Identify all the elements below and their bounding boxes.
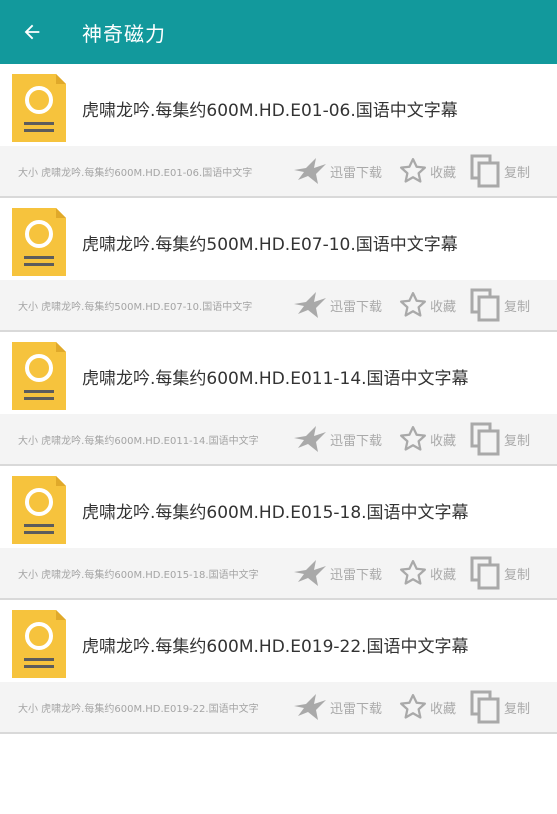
copy-label: 复制 — [504, 701, 531, 717]
file-icon — [12, 610, 66, 678]
thunder-download-button[interactable]: 迅雷下载 — [292, 154, 382, 188]
copy-icon — [470, 690, 500, 724]
thunder-download-button[interactable]: 迅雷下载 — [292, 556, 382, 590]
copy-button[interactable]: 复制 — [470, 154, 530, 188]
copy-icon — [470, 154, 500, 188]
favorite-label: 收藏 — [430, 433, 457, 449]
item-meta-bar: 大小 虎啸龙吟.每集约600M.HD.E01-06.国语中文字 迅雷下载 收藏 … — [0, 146, 557, 196]
back-button[interactable] — [0, 0, 64, 64]
thunder-bird-icon — [294, 292, 326, 318]
thunder-download-label: 迅雷下载 — [330, 433, 383, 449]
item-meta-bar: 大小 虎啸龙吟.每集约600M.HD.E015-18.国语中文字 迅雷下载 收藏… — [0, 548, 557, 598]
file-icon — [12, 74, 66, 142]
copy-button[interactable]: 复制 — [470, 556, 530, 590]
star-outline-icon — [400, 158, 426, 183]
thunder-download-button[interactable]: 迅雷下载 — [292, 288, 382, 322]
item-title[interactable]: 虎啸龙吟.每集约600M.HD.E019-22.国语中文字幕 — [82, 632, 469, 657]
copy-icon — [470, 422, 500, 456]
thunder-download-button[interactable]: 迅雷下载 — [292, 422, 382, 456]
item-size: 大小 虎啸龙吟.每集约600M.HD.E019-22.国语中文字 — [18, 704, 259, 715]
file-icon — [12, 342, 66, 410]
star-outline-icon — [400, 694, 426, 719]
list-item[interactable]: 虎啸龙吟.每集约600M.HD.E01-06.国语中文字幕 大小 虎啸龙吟.每集… — [0, 64, 557, 198]
favorite-button[interactable]: 收藏 — [398, 154, 456, 188]
file-icon — [12, 208, 66, 276]
list-item[interactable]: 虎啸龙吟.每集约600M.HD.E011-14.国语中文字幕 大小 虎啸龙吟.每… — [0, 332, 557, 466]
item-meta-bar: 大小 虎啸龙吟.每集约600M.HD.E019-22.国语中文字 迅雷下载 收藏… — [0, 682, 557, 732]
thunder-download-label: 迅雷下载 — [330, 567, 383, 583]
item-size: 大小 虎啸龙吟.每集约600M.HD.E011-14.国语中文字 — [18, 436, 259, 447]
arrow-left-icon — [24, 24, 40, 40]
copy-button[interactable]: 复制 — [470, 288, 530, 322]
app-bar: 神奇磁力 — [0, 0, 557, 64]
copy-button[interactable]: 复制 — [470, 422, 530, 456]
list-item[interactable]: 虎啸龙吟.每集约600M.HD.E019-22.国语中文字幕 大小 虎啸龙吟.每… — [0, 600, 557, 734]
item-meta-bar: 大小 虎啸龙吟.每集约600M.HD.E011-14.国语中文字 迅雷下载 收藏… — [0, 414, 557, 464]
item-title[interactable]: 虎啸龙吟.每集约600M.HD.E015-18.国语中文字幕 — [82, 498, 469, 523]
thunder-download-label: 迅雷下载 — [330, 299, 383, 315]
star-outline-icon — [400, 292, 426, 317]
star-outline-icon — [400, 426, 426, 451]
copy-icon — [470, 556, 500, 590]
item-size: 大小 虎啸龙吟.每集约500M.HD.E07-10.国语中文字 — [18, 302, 253, 313]
thunder-download-label: 迅雷下载 — [330, 165, 383, 181]
copy-icon — [470, 288, 500, 322]
favorite-label: 收藏 — [430, 567, 457, 583]
copy-label: 复制 — [504, 567, 531, 583]
star-outline-icon — [400, 560, 426, 585]
favorite-button[interactable]: 收藏 — [398, 690, 456, 724]
thunder-download-label: 迅雷下载 — [330, 701, 383, 717]
thunder-download-button[interactable]: 迅雷下载 — [292, 690, 382, 724]
result-list: 虎啸龙吟.每集约600M.HD.E01-06.国语中文字幕 大小 虎啸龙吟.每集… — [0, 64, 557, 734]
item-title[interactable]: 虎啸龙吟.每集约600M.HD.E011-14.国语中文字幕 — [82, 364, 469, 389]
favorite-label: 收藏 — [430, 165, 457, 181]
thunder-bird-icon — [294, 560, 326, 586]
favorite-button[interactable]: 收藏 — [398, 288, 456, 322]
thunder-bird-icon — [294, 694, 326, 720]
thunder-bird-icon — [294, 158, 326, 184]
item-size: 大小 虎啸龙吟.每集约600M.HD.E01-06.国语中文字 — [18, 168, 253, 179]
item-meta-bar: 大小 虎啸龙吟.每集约500M.HD.E07-10.国语中文字 迅雷下载 收藏 … — [0, 280, 557, 330]
thunder-bird-icon — [294, 426, 326, 452]
page-title: 神奇磁力 — [82, 21, 166, 46]
copy-label: 复制 — [504, 433, 531, 449]
copy-button[interactable]: 复制 — [470, 690, 530, 724]
copy-label: 复制 — [504, 299, 531, 315]
favorite-label: 收藏 — [430, 299, 457, 315]
item-size: 大小 虎啸龙吟.每集约600M.HD.E015-18.国语中文字 — [18, 570, 259, 581]
copy-label: 复制 — [504, 165, 531, 181]
item-title[interactable]: 虎啸龙吟.每集约500M.HD.E07-10.国语中文字幕 — [82, 230, 458, 255]
list-item[interactable]: 虎啸龙吟.每集约600M.HD.E015-18.国语中文字幕 大小 虎啸龙吟.每… — [0, 466, 557, 600]
favorite-button[interactable]: 收藏 — [398, 556, 456, 590]
favorite-label: 收藏 — [430, 701, 457, 717]
list-item[interactable]: 虎啸龙吟.每集约500M.HD.E07-10.国语中文字幕 大小 虎啸龙吟.每集… — [0, 198, 557, 332]
item-title[interactable]: 虎啸龙吟.每集约600M.HD.E01-06.国语中文字幕 — [82, 96, 458, 121]
file-icon — [12, 476, 66, 544]
favorite-button[interactable]: 收藏 — [398, 422, 456, 456]
